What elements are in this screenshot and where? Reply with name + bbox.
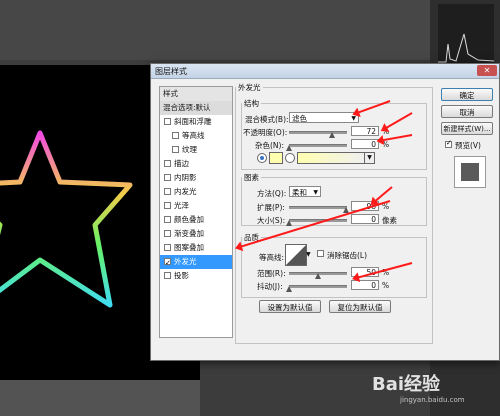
style-item-gradient-overlay[interactable]: 渐变叠加	[160, 227, 232, 241]
checkbox[interactable]	[164, 216, 171, 223]
style-item-inner-glow[interactable]: 内发光	[160, 185, 232, 199]
style-item-label: 渐变叠加	[174, 229, 204, 238]
range-label: 范围(R):	[257, 269, 286, 278]
blend-mode-select[interactable]: 滤色▼	[289, 112, 359, 123]
style-item-label: 内阴影	[174, 173, 197, 182]
method-label: 方法(Q):	[257, 189, 287, 198]
antialias-checkbox[interactable]	[317, 250, 324, 257]
style-item-label: 内发光	[174, 187, 197, 196]
chevron-down-icon: ▼	[313, 189, 318, 196]
style-item-color-overlay[interactable]: 颜色叠加	[160, 213, 232, 227]
style-item-drop-shadow[interactable]: 投影	[160, 269, 232, 283]
preview-thumbnail	[454, 156, 486, 188]
bottom-strip	[0, 380, 200, 416]
range-slider-thumb[interactable]	[315, 273, 321, 279]
checkbox[interactable]	[164, 230, 171, 237]
style-item-pattern-overlay[interactable]: 图案叠加	[160, 241, 232, 255]
style-item-bevel[interactable]: 斜面和浮雕	[160, 115, 232, 129]
panel-title: 外发光	[238, 83, 261, 92]
dialog-titlebar: 图层样式 ✕	[151, 64, 499, 79]
opacity-label: 不透明度(O):	[243, 128, 288, 137]
chevron-down-icon[interactable]: ▼	[364, 152, 375, 164]
opacity-slider[interactable]	[289, 131, 347, 134]
checkbox[interactable]	[164, 188, 171, 195]
histogram-panel	[438, 4, 495, 64]
style-item-satin[interactable]: 光泽	[160, 199, 232, 213]
style-item-label: 纹理	[182, 145, 197, 154]
color-radio[interactable]	[257, 153, 267, 163]
antialias-label: 消除锯齿(L)	[327, 251, 368, 260]
checkbox[interactable]	[172, 146, 179, 153]
blend-options-item[interactable]: 混合选项:默认	[160, 101, 232, 115]
style-item-stroke[interactable]: 描边	[160, 157, 232, 171]
style-item-label: 斜面和浮雕	[174, 117, 212, 126]
checkbox[interactable]	[164, 118, 171, 125]
app-background-topbar	[0, 0, 430, 60]
style-item-inner-shadow[interactable]: 内阴影	[160, 171, 232, 185]
size-unit: 像素	[382, 216, 397, 225]
noise-label: 杂色(N):	[255, 141, 284, 150]
new-style-button[interactable]: 新建样式(W)...	[441, 122, 493, 135]
dialog-title: 图层样式	[155, 67, 187, 76]
checkbox[interactable]	[164, 272, 171, 279]
percent-sign: %	[382, 281, 390, 290]
method-select[interactable]: 柔和 ▼	[289, 186, 321, 197]
ok-button[interactable]: 确定	[441, 88, 493, 101]
style-item-label: 外发光	[174, 257, 197, 266]
style-item-label: 投影	[174, 271, 189, 280]
contour-label: 等高线:	[259, 253, 285, 262]
style-item-label: 光泽	[174, 201, 189, 210]
spread-slider[interactable]	[289, 206, 347, 209]
preview-label: 预览(V)	[455, 141, 481, 150]
opacity-input[interactable]: 72	[351, 126, 379, 136]
watermark: Bai经验	[372, 374, 441, 395]
contour-curve-icon	[286, 245, 306, 265]
noise-input[interactable]: 0	[351, 139, 379, 149]
style-item-label: 描边	[174, 159, 189, 168]
style-item-texture[interactable]: 纹理	[160, 143, 232, 157]
jitter-slider-thumb[interactable]	[286, 286, 292, 292]
style-item-contour[interactable]: 等高线	[160, 129, 232, 143]
checkbox[interactable]	[164, 160, 171, 167]
histogram-icon	[438, 33, 495, 63]
layer-style-dialog: 图层样式 ✕ 样式 混合选项:默认 斜面和浮雕 等高线 纹理 描边 内阴影 内发…	[150, 63, 500, 361]
blend-mode-label: 混合模式(B):	[245, 115, 289, 124]
spread-label: 扩展(P):	[257, 203, 285, 212]
noise-slider[interactable]	[289, 144, 347, 147]
elements-legend: 图素	[244, 173, 259, 182]
styles-header[interactable]: 样式	[160, 87, 232, 101]
style-list: 样式 混合选项:默认 斜面和浮雕 等高线 纹理 描边 内阴影 内发光 光泽 颜色…	[159, 86, 233, 338]
reset-default-button[interactable]: 复位为默认值	[329, 300, 391, 313]
watermark-url: jingyan.baidu.com	[400, 396, 465, 404]
size-input[interactable]: 0	[351, 214, 379, 224]
size-label: 大小(S):	[257, 216, 286, 225]
method-value: 柔和	[292, 188, 307, 197]
jitter-label: 抖动(J):	[257, 282, 283, 291]
chevron-down-icon[interactable]: ▼	[306, 250, 314, 260]
preview-checkbox[interactable]	[445, 139, 452, 148]
opacity-slider-thumb[interactable]	[329, 132, 335, 138]
gradient-picker[interactable]	[297, 152, 365, 164]
style-item-label: 等高线	[182, 131, 205, 140]
close-button[interactable]: ✕	[477, 65, 497, 76]
checkbox[interactable]	[164, 174, 171, 181]
style-item-outer-glow[interactable]: 外发光	[160, 255, 232, 270]
checkbox[interactable]	[164, 244, 171, 251]
checkbox[interactable]	[172, 132, 179, 139]
checkbox-checked[interactable]	[164, 256, 171, 270]
style-item-label: 图案叠加	[174, 243, 204, 252]
blend-mode-value: 滤色	[292, 114, 307, 123]
contour-picker[interactable]	[285, 244, 307, 266]
checkbox[interactable]	[164, 202, 171, 209]
noise-slider-thumb[interactable]	[286, 145, 292, 151]
structure-legend: 结构	[244, 99, 259, 108]
cancel-button[interactable]: 取消	[441, 105, 493, 118]
style-item-label: 颜色叠加	[174, 215, 204, 224]
set-default-button[interactable]: 设置为默认值	[259, 300, 321, 313]
size-slider-thumb[interactable]	[286, 220, 292, 226]
jitter-slider[interactable]	[289, 285, 347, 288]
glow-color-swatch[interactable]	[269, 152, 283, 164]
gradient-radio[interactable]	[285, 153, 295, 163]
